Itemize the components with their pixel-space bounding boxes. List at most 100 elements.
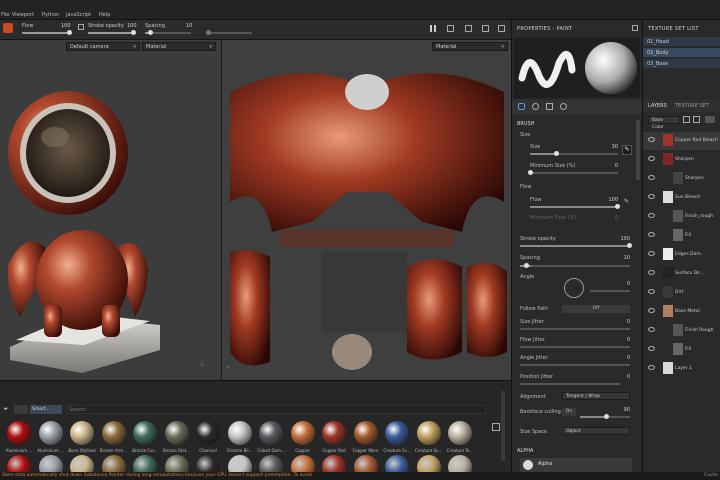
- stroke-opacity-slider[interactable]: [520, 245, 630, 247]
- layer-row[interactable]: Layer 1: [643, 360, 720, 378]
- add-effect-icon[interactable]: [683, 116, 690, 123]
- pen-pressure-toggle-icon[interactable]: ✎: [622, 145, 632, 155]
- smart-materials-chip[interactable]: Smart...: [30, 405, 62, 414]
- spacing-knob[interactable]: [524, 263, 529, 268]
- material-item[interactable]: Bone Stylized: [67, 421, 97, 453]
- visibility-eye-icon[interactable]: [648, 137, 655, 142]
- material-mode-select-2d[interactable]: Material ▾: [432, 42, 508, 51]
- render-mode-icon[interactable]: [482, 25, 489, 32]
- flow-value[interactable]: 100: [606, 197, 618, 203]
- position-jitter-slider[interactable]: [520, 383, 620, 385]
- shelf-search-input[interactable]: [66, 405, 486, 414]
- visibility-eye-icon[interactable]: [648, 289, 655, 294]
- toolbar-stroke-opacity-slider[interactable]: [88, 32, 134, 34]
- size-slider-knob[interactable]: [554, 151, 559, 156]
- material-item[interactable]: Copper: [288, 421, 318, 453]
- menu-help[interactable]: Help: [99, 12, 110, 18]
- toolbar-flow-slider[interactable]: [22, 32, 70, 34]
- toolbar-stroke-opacity-value[interactable]: 100: [127, 23, 137, 29]
- layer-row[interactable]: Sharpen: [643, 170, 720, 188]
- layer-row[interactable]: Finish Rough: [643, 322, 720, 340]
- visibility-eye-icon[interactable]: [648, 308, 655, 313]
- layer-row[interactable]: Sun Bleach: [643, 189, 720, 207]
- alpha-tab-icon[interactable]: [560, 103, 567, 110]
- visibility-eye-icon[interactable]: [648, 194, 655, 199]
- angle-jitter-slider[interactable]: [520, 364, 630, 366]
- menu-javascript[interactable]: JavaScript: [66, 12, 91, 18]
- visibility-eye-icon[interactable]: [648, 213, 655, 218]
- flow-slider[interactable]: [530, 206, 618, 208]
- channel-select[interactable]: Base Color: [648, 116, 680, 130]
- stroke-opacity-value[interactable]: 100: [618, 236, 630, 242]
- min-size-value[interactable]: 0: [608, 163, 618, 169]
- material-item[interactable]: Aluminium ...: [4, 421, 34, 453]
- viewport-3d[interactable]: Default camera ▾ Material ▾ ⊥: [0, 40, 221, 380]
- flow-jitter-value[interactable]: 0: [620, 337, 630, 343]
- material-item[interactable]: Creature Sc...: [382, 421, 412, 453]
- material-item[interactable]: Aluminium ...: [36, 421, 66, 453]
- size-value[interactable]: 30: [608, 144, 618, 150]
- stencil-tab-icon[interactable]: [546, 103, 553, 110]
- visibility-eye-icon[interactable]: [648, 270, 655, 275]
- flow-slider-knob[interactable]: [615, 204, 620, 209]
- properties-scrollbar[interactable]: [636, 120, 640, 180]
- material-item[interactable]: Bronze Cor...: [130, 421, 160, 453]
- material-item[interactable]: Chrome Bli...: [225, 421, 255, 453]
- camera-select[interactable]: Default camera ▾: [66, 42, 140, 51]
- angle-slider[interactable]: [590, 290, 630, 292]
- position-jitter-value[interactable]: 0: [620, 374, 630, 380]
- toolbar-flow-value[interactable]: 100: [61, 23, 71, 29]
- shelf-scrollbar[interactable]: [501, 391, 505, 461]
- min-size-slider-knob[interactable]: [528, 170, 533, 175]
- material-item[interactable]: Bronze Stat...: [162, 421, 192, 453]
- size-space-select[interactable]: Object: [562, 427, 630, 435]
- visibility-eye-icon[interactable]: [648, 346, 655, 351]
- brush-color-swatch[interactable]: [3, 23, 13, 33]
- material-item[interactable]: Bronze Arm...: [99, 421, 129, 453]
- layer-row[interactable]: Copper Red Bleach: [643, 132, 720, 150]
- toolbar-spacing-value[interactable]: 10: [186, 23, 192, 29]
- visibility-eye-icon[interactable]: [648, 232, 655, 237]
- layer-row[interactable]: Base Metal: [643, 303, 720, 321]
- visibility-eye-icon[interactable]: [648, 251, 655, 256]
- tab-layers[interactable]: LAYERS: [648, 103, 667, 109]
- size-slider[interactable]: [530, 153, 618, 155]
- layer-row[interactable]: Sharpen: [643, 151, 720, 169]
- material-item[interactable]: Copper Worn: [351, 421, 381, 453]
- texture-set-row-body[interactable]: 02_Body: [643, 48, 720, 57]
- layer-row[interactable]: Surface Dir...: [643, 265, 720, 283]
- flow-jitter-slider[interactable]: [520, 346, 630, 348]
- texture-set-row-base[interactable]: 03_Base: [643, 59, 720, 68]
- add-mask-icon[interactable]: [693, 116, 700, 123]
- toolbar-spacing-knob[interactable]: [148, 30, 153, 35]
- stroke-opacity-knob[interactable]: [627, 243, 632, 248]
- menu-file[interactable]: File: [1, 12, 9, 18]
- layer-row[interactable]: Fill: [643, 341, 720, 359]
- viewport-2d[interactable]: Material ▾ ⊥: [221, 40, 511, 380]
- flow-pressure-icon[interactable]: ✎: [624, 198, 629, 205]
- layer-row[interactable]: Fill: [643, 227, 720, 245]
- min-size-slider[interactable]: [530, 172, 618, 174]
- material-item[interactable]: Creature Sc...: [414, 421, 444, 453]
- toolbar-stroke-opacity-knob[interactable]: [131, 30, 136, 35]
- panel-menu-icon[interactable]: [632, 25, 638, 31]
- alignment-select[interactable]: Tangent | Wrap: [562, 392, 630, 400]
- alpha-slot[interactable]: Alpha: [520, 458, 632, 472]
- follow-path-toggle[interactable]: Off: [562, 305, 630, 313]
- tab-texture-set[interactable]: TEXTURE SET: [675, 103, 709, 109]
- layer-row[interactable]: Edges Dam...: [643, 246, 720, 264]
- toolbar-angle-knob[interactable]: [206, 30, 211, 35]
- layer-toolbar-icon[interactable]: [705, 116, 715, 123]
- screenshot-icon[interactable]: [465, 25, 472, 32]
- material-tab-icon[interactable]: [532, 103, 539, 110]
- backface-culling-knob[interactable]: [604, 414, 609, 419]
- visibility-eye-icon[interactable]: [648, 327, 655, 332]
- texture-set-row-head[interactable]: 01_Head: [643, 37, 720, 46]
- menu-viewport[interactable]: Viewport: [12, 12, 34, 18]
- material-item[interactable]: Charcoal: [193, 421, 223, 453]
- angle-dial-icon[interactable]: [564, 278, 584, 298]
- spacing-value[interactable]: 10: [620, 255, 630, 261]
- size-jitter-value[interactable]: 0: [620, 319, 630, 325]
- visibility-eye-icon[interactable]: [648, 156, 655, 161]
- layer-row[interactable]: Finish_rough: [643, 208, 720, 226]
